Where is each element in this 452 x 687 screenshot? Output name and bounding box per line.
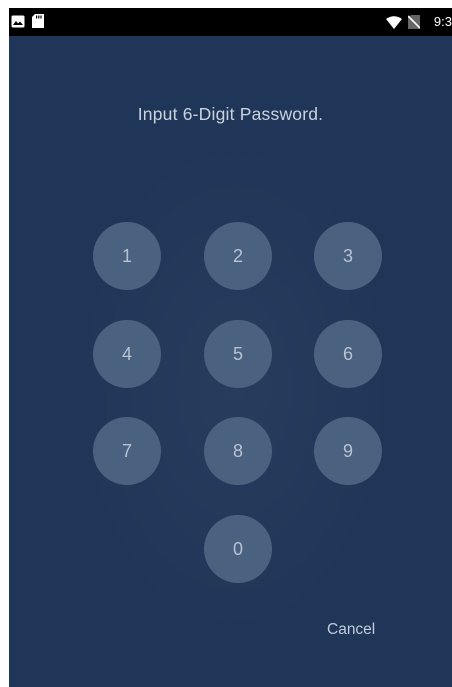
keypad-key-3[interactable]: 3: [314, 222, 382, 290]
keypad-key-5[interactable]: 5: [204, 320, 272, 388]
keypad-key-1[interactable]: 1: [93, 222, 161, 290]
no-sim-icon: [407, 15, 421, 34]
image-notification-icon: [11, 15, 25, 33]
keypad-key-8[interactable]: 8: [204, 417, 272, 485]
cancel-button[interactable]: Cancel: [327, 621, 375, 639]
password-prompt-title: Input 6-Digit Password.: [137, 104, 324, 124]
keypad-key-4[interactable]: 4: [93, 320, 161, 388]
status-time: 9:3: [433, 14, 452, 29]
keypad-key-0[interactable]: 0: [204, 515, 272, 583]
wifi-icon: [386, 16, 402, 34]
password-screen: 9:3 Input 6-Digit Password. 1 2 3 4 5 6 …: [9, 8, 452, 687]
keypad-key-9[interactable]: 9: [314, 417, 382, 485]
keypad-key-2[interactable]: 2: [204, 222, 272, 290]
keypad-key-7[interactable]: 7: [93, 417, 161, 485]
status-bar: 9:3: [9, 8, 452, 36]
keypad-key-6[interactable]: 6: [314, 320, 382, 388]
sd-card-icon: [32, 14, 44, 33]
